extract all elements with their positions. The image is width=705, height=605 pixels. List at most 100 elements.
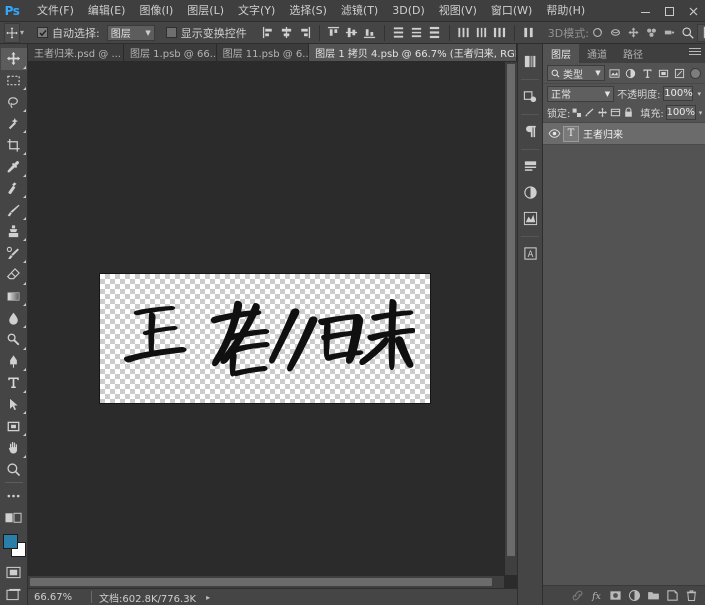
menu-item-help[interactable]: 帮助(H) (539, 1, 592, 21)
zoom-tool[interactable] (1, 459, 27, 481)
edit-toolbar-tool[interactable] (1, 485, 27, 507)
align-horizontal-centers-icon[interactable] (278, 23, 296, 43)
fill-value[interactable]: 100% (665, 105, 696, 120)
align-bottom-edges-icon[interactable] (361, 23, 379, 43)
minimize-button[interactable] (633, 0, 657, 22)
artboard[interactable] (99, 273, 431, 404)
menu-item-select[interactable]: 选择(S) (282, 1, 334, 21)
menu-item-file[interactable]: 文件(F) (30, 1, 81, 21)
new-group-icon[interactable] (645, 587, 661, 605)
document-tab-3[interactable]: 图层 11.psb @ 6... × (216, 43, 310, 61)
distribute-horizontal-centers-icon[interactable] (473, 23, 491, 43)
opacity-value[interactable]: 100% (663, 86, 694, 101)
table-row[interactable]: T 王者归来 (543, 123, 705, 145)
distribute-bottom-edges-icon[interactable] (426, 23, 444, 43)
menu-item-filter[interactable]: 滤镜(T) (334, 1, 385, 21)
align-top-edges-icon[interactable] (325, 23, 343, 43)
screen-mode-alt-icon[interactable] (1, 584, 27, 605)
status-expand-icon[interactable]: ▸ (206, 593, 210, 602)
hand-tool[interactable] (1, 437, 27, 459)
clone-stamp-tool[interactable] (1, 221, 27, 243)
move-tool-icon[interactable] (4, 22, 20, 43)
maximize-button[interactable] (657, 0, 681, 22)
canvas-horizontal-scrollbar[interactable] (28, 575, 504, 588)
path-selection-tool[interactable] (1, 394, 27, 416)
rotate-3d-icon[interactable] (589, 23, 607, 43)
lock-all-icon[interactable] (623, 105, 634, 120)
distribute-left-edges-icon[interactable] (455, 23, 473, 43)
panel-menu-icon[interactable] (689, 48, 701, 55)
character-panel-icon[interactable] (519, 155, 541, 177)
tool-preset-caret-icon[interactable]: ▾ (20, 28, 24, 37)
histogram-panel-icon[interactable] (519, 207, 541, 229)
search-icon[interactable] (679, 23, 697, 43)
lock-image-pixels-icon[interactable] (584, 105, 595, 120)
tab-layers[interactable]: 图层 (543, 44, 579, 63)
layer-list[interactable]: T 王者归来 (543, 122, 705, 585)
arrange-documents-icon[interactable] (696, 23, 705, 42)
auto-select-checkbox-box[interactable] (37, 27, 49, 38)
swatches-panel-icon[interactable] (519, 85, 541, 107)
layer-name[interactable]: 王者归来 (583, 126, 623, 141)
close-button[interactable] (681, 0, 705, 22)
history-brush-tool[interactable] (1, 242, 27, 264)
lasso-tool[interactable] (1, 91, 27, 113)
align-right-edges-icon[interactable] (296, 23, 314, 43)
distribute-right-edges-icon[interactable] (491, 23, 509, 43)
show-transform-controls-checkbox[interactable]: 显示变换控件 (163, 25, 250, 41)
dodge-tool[interactable] (1, 329, 27, 351)
eyedropper-tool[interactable] (1, 156, 27, 178)
filter-pixel-icon[interactable] (608, 65, 621, 81)
tab-channels[interactable]: 通道 (579, 44, 615, 63)
menu-item-window[interactable]: 窗口(W) (484, 1, 539, 21)
color-swatches[interactable] (1, 532, 27, 558)
filter-type-icon[interactable] (640, 65, 653, 81)
slide-3d-icon[interactable] (643, 23, 661, 43)
eraser-tool[interactable] (1, 264, 27, 286)
fill-chevron-icon[interactable]: ▾ (699, 109, 703, 117)
document-tab-1[interactable]: 王者归来.psd @ ... × (28, 43, 124, 61)
roll-3d-icon[interactable] (607, 23, 625, 43)
move-tool[interactable] (0, 48, 27, 70)
filter-adjustment-icon[interactable] (624, 65, 637, 81)
menu-item-image[interactable]: 图像(I) (132, 1, 180, 21)
crop-tool[interactable] (1, 134, 27, 156)
layer-style-fx-icon[interactable]: fx (588, 587, 604, 605)
align-more-icon[interactable] (520, 23, 538, 43)
canvas-viewport[interactable] (28, 62, 517, 588)
foreground-color-swatch[interactable] (2, 534, 18, 550)
scale-3d-icon[interactable] (661, 23, 679, 43)
new-layer-icon[interactable] (664, 587, 680, 605)
lock-position-icon[interactable] (597, 105, 608, 120)
libraries-panel-icon[interactable]: A (519, 242, 541, 264)
canvas-vertical-scrollbar[interactable] (504, 62, 517, 575)
menu-item-type[interactable]: 文字(Y) (231, 1, 282, 21)
layer-filter-kind-dropdown[interactable]: 类型 ▼ (547, 65, 605, 81)
distribute-top-edges-icon[interactable] (390, 23, 408, 43)
align-vertical-centers-icon[interactable] (343, 23, 361, 43)
new-adjustment-layer-icon[interactable] (626, 587, 642, 605)
menu-item-layer[interactable]: 图层(L) (180, 1, 231, 21)
delete-layer-icon[interactable] (683, 587, 699, 605)
distribute-vertical-centers-icon[interactable] (408, 23, 426, 43)
auto-select-checkbox[interactable]: 自动选择: (34, 25, 103, 41)
menu-item-edit[interactable]: 编辑(E) (81, 1, 133, 21)
opacity-chevron-icon[interactable]: ▾ (697, 90, 701, 98)
menu-item-3d[interactable]: 3D(D) (385, 1, 432, 21)
gradient-tool[interactable] (1, 286, 27, 308)
lock-artboard-nesting-icon[interactable] (610, 105, 621, 120)
show-transform-checkbox-box[interactable] (165, 27, 177, 38)
tab-paths[interactable]: 路径 (615, 44, 651, 63)
menu-item-view[interactable]: 视图(V) (432, 1, 484, 21)
blur-tool[interactable] (1, 307, 27, 329)
document-tab-2[interactable]: 图层 1.psb @ 66... × (124, 43, 217, 61)
lock-transparent-pixels-icon[interactable] (572, 105, 582, 120)
horizontal-type-tool[interactable] (1, 372, 27, 394)
status-zoom-level[interactable]: 66.67% (30, 591, 88, 603)
paragraph-panel-icon[interactable] (519, 120, 541, 142)
add-layer-mask-icon[interactable] (607, 587, 623, 605)
color-panel-icon[interactable] (519, 50, 541, 72)
auto-select-scope-dropdown[interactable]: 图层 ▼ (106, 24, 155, 41)
pen-tool[interactable] (1, 351, 27, 373)
align-left-edges-icon[interactable] (260, 23, 278, 43)
